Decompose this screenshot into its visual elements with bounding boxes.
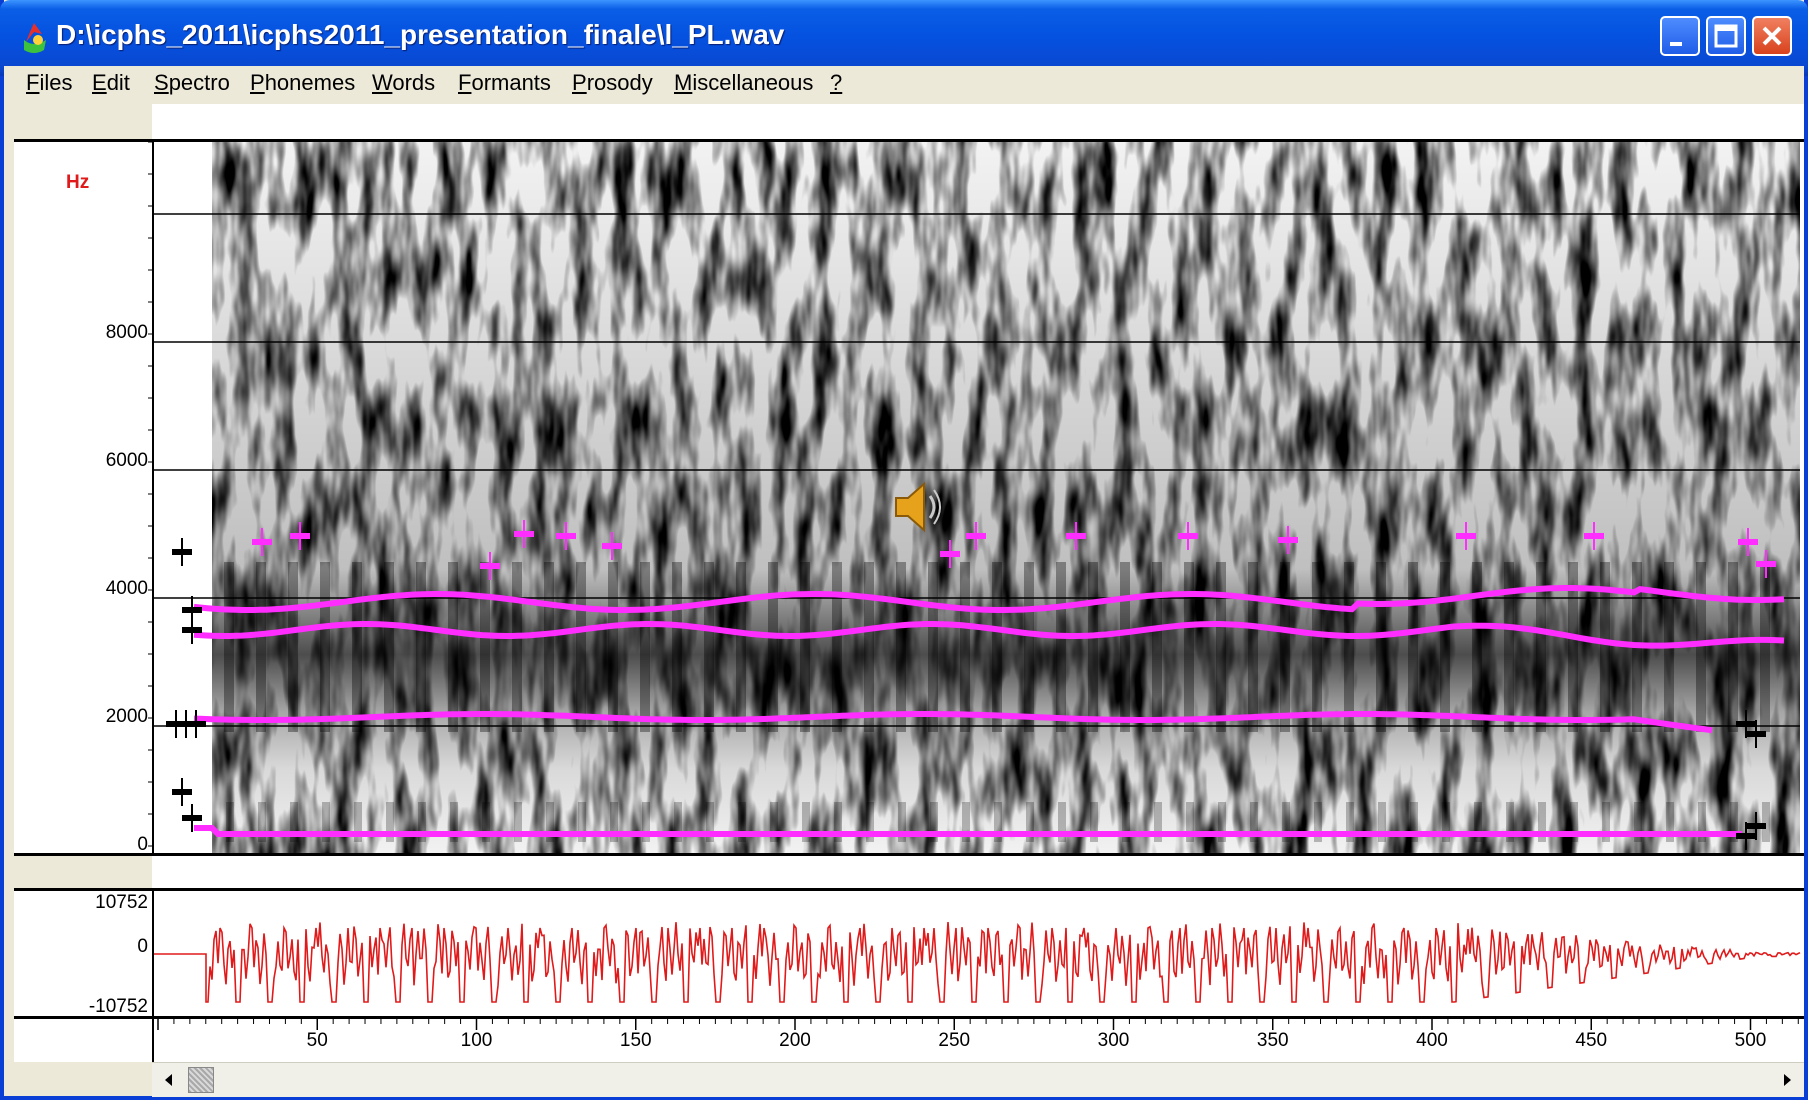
striation [352,562,362,732]
striation [960,562,970,732]
freq-tick-label: 4000 [105,578,148,599]
hz-unit-label: Hz [66,172,90,193]
striation [320,562,330,732]
menu-formants[interactable]: Formants [458,70,551,96]
time-tick-label: 500 [1734,1030,1767,1051]
striation [1280,562,1290,732]
menu-miscellaneous[interactable]: Miscellaneous [674,70,813,96]
spectro-bottom-border [14,853,1804,856]
striation [384,562,394,732]
striation [640,562,650,732]
striation [896,562,906,732]
striation [736,562,746,732]
striation [512,562,522,732]
striation [416,562,426,732]
freq-tick-label: 8000 [105,322,148,343]
time-tick-label: 200 [779,1030,811,1051]
amplitude-tick-label: -10752 [88,996,148,1017]
striation [256,562,266,732]
horizontal-scrollbar[interactable] [152,1062,1804,1097]
transcription-strip[interactable] [152,104,1804,140]
striation [1376,562,1386,732]
spectrogram-energy [212,142,1800,854]
striation [1472,562,1482,732]
menu-phonemes[interactable]: Phonemes [250,70,355,96]
menu-prosody[interactable]: Prosody [572,70,653,96]
time-tick-label: 100 [460,1030,493,1051]
striation [1184,562,1194,732]
striation [1504,562,1514,732]
striation [1696,562,1706,732]
striation [224,562,234,732]
striation [1216,562,1226,732]
striation [800,562,810,732]
striation [448,562,458,732]
freq-tick-label: 0 [137,834,148,855]
spectro-top-border [14,139,1804,142]
waveform-plot[interactable] [154,891,1801,1016]
menu-spectro[interactable]: Spectro [154,70,230,96]
striation [1024,562,1034,732]
time-tick-label: 150 [619,1030,652,1051]
freq-tick-label: 6000 [105,450,148,471]
striation [1248,562,1258,732]
striation [704,562,714,732]
menu-words[interactable]: Words [372,70,435,96]
striation-low [1762,802,1770,842]
maximize-button[interactable] [1706,16,1746,56]
striation [1344,562,1354,732]
striation [1728,562,1738,732]
title-bar[interactable]: D:\icphs_2011\icphs2011_presentation_fin… [0,0,1808,76]
striation [1088,562,1098,732]
striation [928,562,938,732]
scroll-left-icon[interactable] [158,1069,180,1091]
menu-files[interactable]: Files [26,70,72,96]
time-tick-label: 450 [1575,1030,1608,1051]
speaker-icon[interactable] [892,478,944,536]
scrollbar-thumb[interactable] [188,1067,214,1093]
app-window: D:\icphs_2011\icphs2011_presentation_fin… [0,0,1808,1100]
striation [992,562,1002,732]
time-tick-label: 50 [306,1030,328,1051]
label-strip[interactable] [152,856,1804,890]
striation [288,562,298,732]
time-tick-label: 300 [1097,1030,1130,1051]
menu-edit[interactable]: Edit [92,70,130,96]
waveform-trace [154,922,1801,1003]
time-tick-label: 350 [1256,1030,1289,1051]
striation [544,562,554,732]
window-title: D:\icphs_2011\icphs2011_presentation_fin… [56,19,785,50]
amplitude-tick-label: 0 [137,936,148,957]
close-icon [1762,26,1782,46]
minimize-icon [1670,42,1682,46]
close-button[interactable] [1752,16,1792,56]
app-icon [24,23,46,53]
striation [480,562,490,732]
minimize-button[interactable] [1660,16,1700,56]
striation [1312,562,1322,732]
striation [864,562,874,732]
scroll-right-icon[interactable] [1776,1069,1798,1091]
striation [608,562,618,732]
striation [1408,562,1418,732]
maximize-icon [1714,24,1738,48]
striation [672,562,682,732]
striation [1120,562,1130,732]
menu-help[interactable]: ? [830,70,842,96]
time-tick-label: 400 [1416,1030,1448,1051]
freq-tick-label: 2000 [105,706,148,727]
time-tick-label: 250 [938,1030,971,1051]
amplitude-tick-label: 10752 [95,892,148,913]
striation [1056,562,1066,732]
striation [768,562,778,732]
striation [1152,562,1162,732]
striation [1440,562,1450,732]
striation [1760,562,1770,732]
spectro-y-axis [152,139,154,855]
spectrogram-image[interactable] [148,141,1800,854]
striation [832,562,842,732]
striation [576,562,586,732]
